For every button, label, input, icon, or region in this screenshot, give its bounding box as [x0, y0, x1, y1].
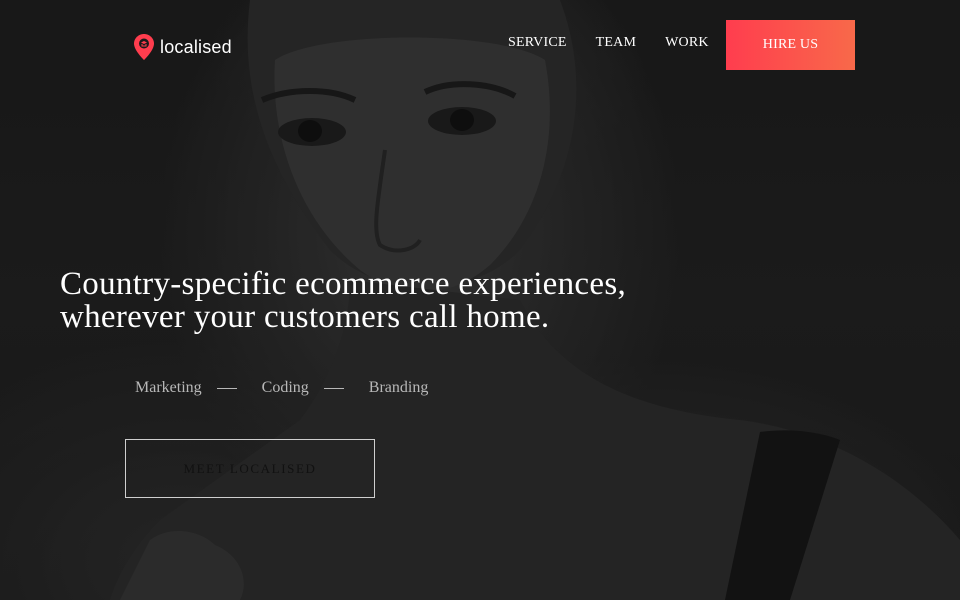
tag-divider — [216, 387, 237, 389]
nav-link-work[interactable]: WORK — [665, 35, 709, 51]
brand-name: localised — [160, 36, 232, 57]
service-tags: Marketing Coding Branding — [135, 379, 428, 397]
hire-us-button[interactable]: HIRE US — [726, 20, 855, 70]
tag-marketing: Marketing — [135, 379, 202, 396]
map-pin-icon — [134, 34, 154, 60]
nav-link-service[interactable]: SERVICE — [508, 35, 567, 51]
hero-section: localised SERVICE TEAM WORK HIRE US Coun… — [0, 0, 960, 600]
hero-headline: Country-specific ecommerce experiences, … — [60, 266, 627, 335]
meet-localised-button[interactable]: MEET LOCALISED — [125, 439, 375, 498]
main-nav: SERVICE TEAM WORK — [508, 35, 709, 51]
nav-link-team[interactable]: TEAM — [596, 35, 636, 51]
brand-logo[interactable]: localised — [134, 34, 232, 60]
tag-divider — [323, 387, 344, 389]
tag-branding: Branding — [368, 379, 429, 396]
tag-coding: Coding — [261, 379, 309, 396]
